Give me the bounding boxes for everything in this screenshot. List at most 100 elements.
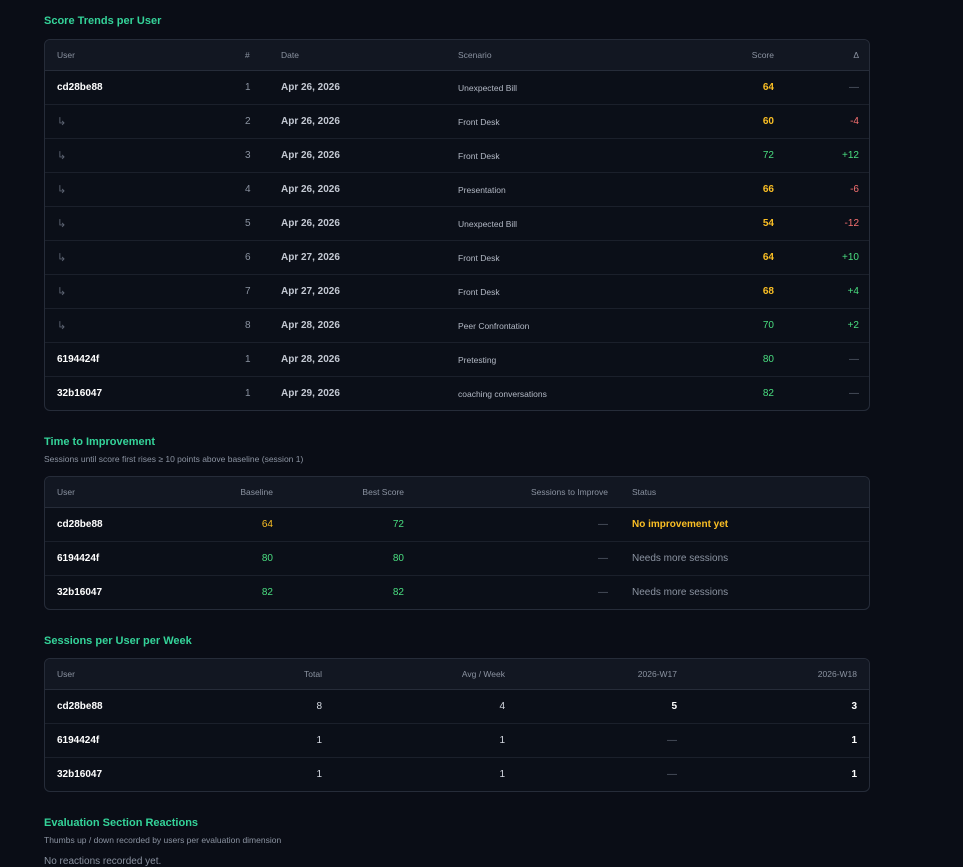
delta-value: +12 [786,138,869,173]
delta-value: -6 [786,172,869,207]
table-row: 6194424f 80 80 — Needs more sessions [45,541,869,576]
session-number: 7 [233,274,269,309]
session-date: Apr 28, 2026 [269,342,446,377]
delta-value: -4 [786,104,869,139]
session-number: 6 [233,240,269,275]
session-date: Apr 26, 2026 [269,70,446,105]
score-trends-table: User # Date Scenario Score Δ cd28be88 1 … [45,40,869,411]
sessions-per-week-table-card: User Total Avg / Week 2026-W17 2026-W18 … [44,658,870,792]
status-text: Needs more sessions [620,541,869,576]
column-header-user: User [45,477,195,508]
session-date: Apr 26, 2026 [269,138,446,173]
score-value: 68 [716,274,786,309]
table-row: 32b16047 1 Apr 29, 2026 coaching convers… [45,377,869,411]
column-header-number: # [233,40,269,71]
session-number: 4 [233,172,269,207]
sessions-per-week-table: User Total Avg / Week 2026-W17 2026-W18 … [45,659,869,791]
baseline-score: 80 [195,541,285,576]
column-header-week-18: 2026-W18 [689,659,869,690]
session-date: Apr 26, 2026 [269,104,446,139]
table-row: ↳ 5 Apr 26, 2026 Unexpected Bill 54 -12 [45,206,869,241]
delta-value: +4 [786,274,869,309]
scenario-name: Unexpected Bill [446,70,716,105]
score-value: 54 [716,206,786,241]
total-sessions: 1 [316,769,322,780]
reactions-section: Evaluation Section Reactions Thumbs up /… [44,817,963,867]
table-row: cd28be88 8 4 5 3 [45,689,869,724]
continuation-arrow-icon: ↳ [45,308,233,343]
week-18-count: 1 [851,769,857,780]
reactions-subtitle: Thumbs up / down recorded by users per e… [44,835,282,845]
status-text: Needs more sessions [632,587,729,598]
baseline-score: 82 [261,587,273,598]
continuation-arrow-icon: ↳ [45,138,233,173]
avg-per-week: 4 [334,689,517,724]
scenario-name: Peer Confrontation [446,308,716,343]
continuation-arrow-icon: ↳ [45,104,233,139]
session-date: Apr 27, 2026 [269,274,446,309]
column-header-user: User [45,40,233,71]
session-number: 3 [233,138,269,173]
scenario-name: Unexpected Bill [446,206,716,241]
sessions-to-improve: — [598,587,608,598]
scenario-name: Front Desk [446,240,716,275]
table-row: ↳ 8 Apr 28, 2026 Peer Confrontation 70 +… [45,308,869,343]
reactions-title: Evaluation Section Reactions [44,817,199,829]
week-18-count: 3 [689,689,869,724]
week-17-count: 5 [517,689,689,724]
time-to-improvement-section: Time to Improvement Sessions until score… [44,436,963,610]
reactions-empty-state: No reactions recorded yet. [44,856,162,867]
delta-value: +2 [786,308,869,343]
baseline-score: 64 [195,507,285,542]
best-score: 72 [285,507,416,542]
score-value: 60 [716,104,786,139]
scenario-name: Front Desk [446,138,716,173]
user-id: cd28be88 [45,689,195,724]
column-header-user: User [45,659,195,690]
user-id: cd28be88 [45,507,195,542]
table-row: 32b16047 82 82 — Needs more sessions [45,576,869,610]
session-number: 1 [245,388,251,399]
avg-per-week: 1 [499,769,505,780]
table-row: cd28be88 1 Apr 26, 2026 Unexpected Bill … [45,70,869,105]
time-to-improvement-title: Time to Improvement [44,436,156,448]
score-value: 82 [762,388,774,399]
column-header-week-17: 2026-W17 [517,659,689,690]
total-sessions: 1 [195,723,334,758]
column-header-baseline: Baseline [195,477,285,508]
time-to-improvement-table: User Baseline Best Score Sessions to Imp… [45,477,869,609]
session-number: 1 [233,342,269,377]
column-header-total: Total [195,659,334,690]
sessions-to-improve: — [416,541,620,576]
avg-per-week: 1 [334,723,517,758]
score-trends-section: Score Trends per User User # Date Scenar… [44,0,963,411]
time-to-improvement-subtitle: Sessions until score first rises ≥ 10 po… [44,454,304,464]
table-header-row: User Baseline Best Score Sessions to Imp… [45,477,869,508]
column-header-best-score: Best Score [285,477,416,508]
session-date: Apr 26, 2026 [269,172,446,207]
table-header-row: User Total Avg / Week 2026-W17 2026-W18 [45,659,869,690]
delta-value: — [786,70,869,105]
score-trends-title: Score Trends per User [44,15,162,27]
continuation-arrow-icon: ↳ [45,274,233,309]
table-row: ↳ 2 Apr 26, 2026 Front Desk 60 -4 [45,104,869,139]
column-header-delta: Δ [786,40,869,71]
column-header-status: Status [620,477,869,508]
best-score: 80 [285,541,416,576]
table-row: 32b16047 1 1 — 1 [45,758,869,792]
time-to-improvement-table-card: User Baseline Best Score Sessions to Imp… [44,476,870,610]
best-score: 82 [392,587,404,598]
score-value: 70 [716,308,786,343]
continuation-arrow-icon: ↳ [45,206,233,241]
table-row: ↳ 7 Apr 27, 2026 Front Desk 68 +4 [45,274,869,309]
user-id: 32b16047 [57,587,103,598]
user-id: 32b16047 [57,769,103,780]
sessions-to-improve: — [416,507,620,542]
session-number: 2 [233,104,269,139]
session-date: Apr 28, 2026 [269,308,446,343]
scenario-name: coaching conversations [458,388,547,399]
session-date: Apr 27, 2026 [269,240,446,275]
score-value: 64 [716,70,786,105]
status-text: No improvement yet [620,507,869,542]
sessions-per-week-section: Sessions per User per Week User Total Av… [44,635,963,792]
